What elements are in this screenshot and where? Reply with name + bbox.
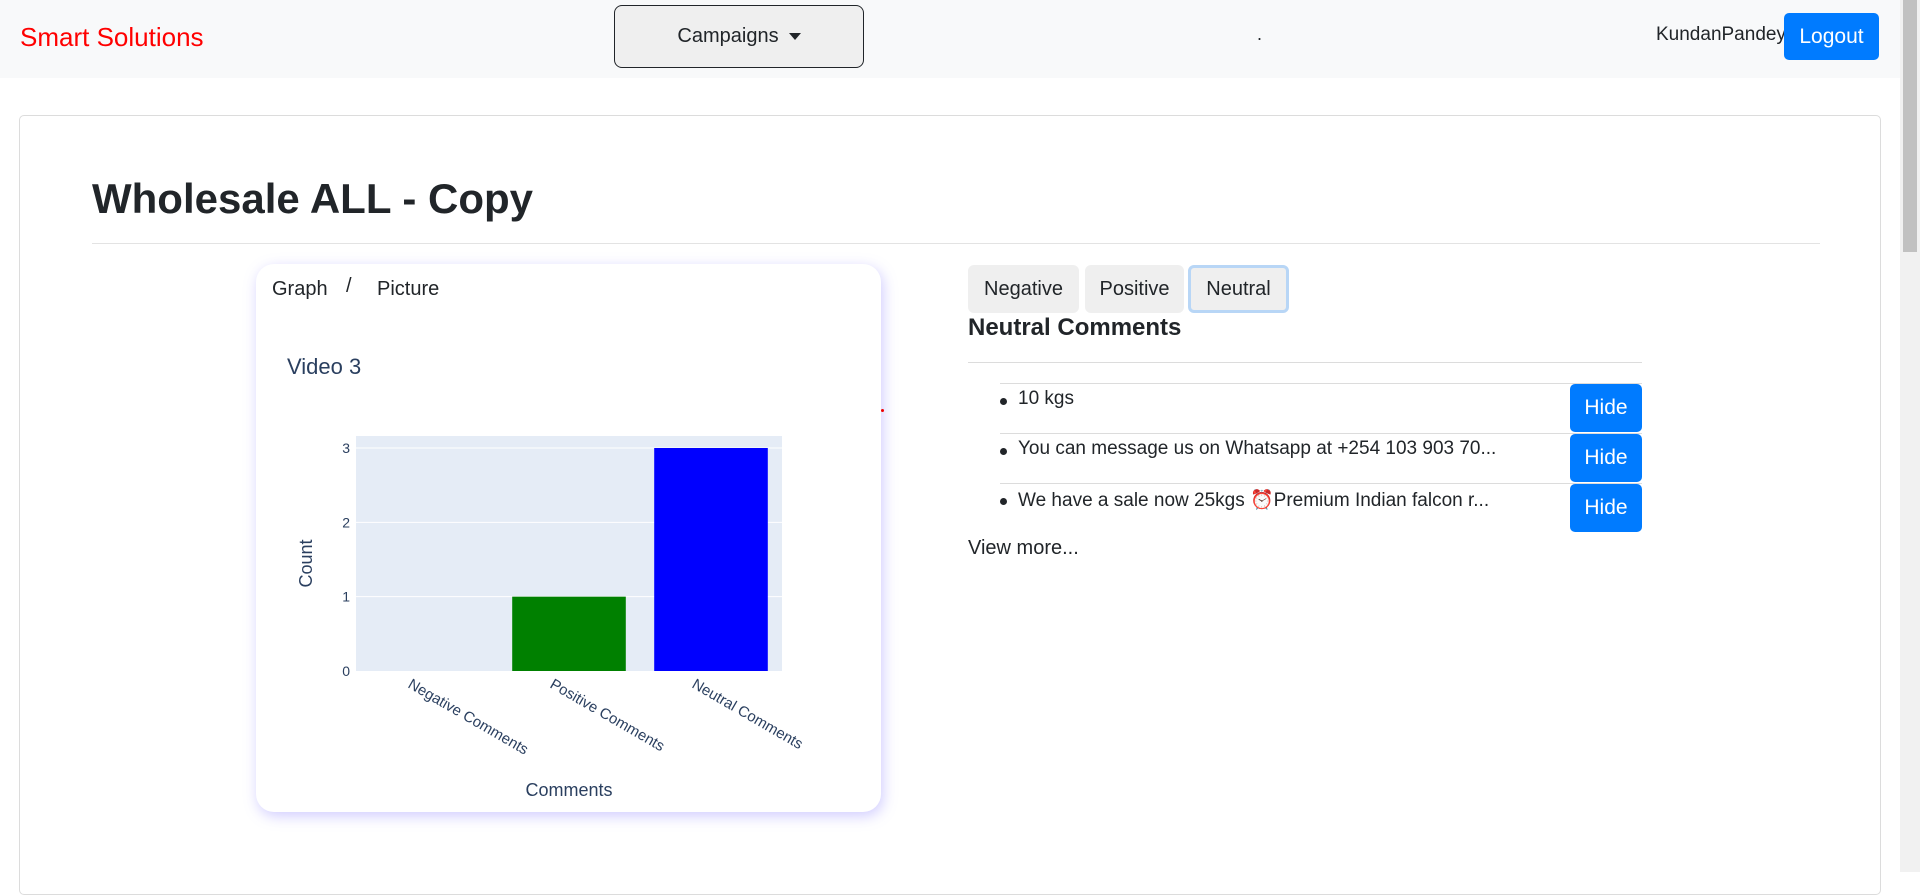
x-tick-label: Negative Comments <box>405 676 531 759</box>
list-item: You can message us on Whatsapp at +254 1… <box>1000 433 1642 483</box>
bullet-icon <box>1000 398 1007 405</box>
caret-down-icon <box>788 33 801 40</box>
bar <box>654 448 768 671</box>
page-title: Wholesale ALL - Copy <box>92 175 534 222</box>
bar-chart: 0 1 2 3 Negative Comments Positive Comments Ne… <box>296 436 806 800</box>
chart-title: Video 3 <box>287 354 362 379</box>
x-tick-label: Neutral Comments <box>689 676 806 753</box>
filter-neutral-button[interactable]: Neutral <box>1188 265 1289 313</box>
campaigns-dropdown[interactable]: Campaigns <box>614 5 864 68</box>
list-item: 10 kgs Hide <box>1000 383 1642 433</box>
tab-separator: / <box>346 275 352 297</box>
y-tick-label: 1 <box>342 589 350 605</box>
scrollbar-thumb[interactable] <box>1903 0 1917 252</box>
navbar: Smart Solutions Campaigns . KundanPandey… <box>0 0 1900 78</box>
comments-heading: Neutral Comments <box>968 314 1182 341</box>
x-axis-label: Comments <box>525 780 612 800</box>
hide-button[interactable]: Hide <box>1570 434 1642 482</box>
filter-positive-button[interactable]: Positive <box>1085 265 1184 313</box>
y-axis-label: Count <box>296 539 316 587</box>
brand-logo[interactable]: Smart Solutions <box>20 22 204 53</box>
username: KundanPandey <box>1656 24 1786 45</box>
y-tick-label: 3 <box>342 440 350 456</box>
campaigns-label: Campaigns <box>677 25 779 47</box>
bar <box>512 596 626 671</box>
tab-picture[interactable]: Picture <box>377 278 439 301</box>
comment-text: We have a sale now 25kgs ⏰Premium Indian… <box>1018 490 1490 511</box>
list-item: We have a sale now 25kgs ⏰Premium Indian… <box>1000 483 1642 533</box>
comments-divider <box>968 362 1642 363</box>
bullet-icon <box>1000 498 1007 505</box>
comment-text: 10 kgs <box>1018 388 1074 409</box>
page-scrollbar[interactable] <box>1900 0 1920 872</box>
title-divider <box>92 243 1820 244</box>
tab-graph[interactable]: Graph <box>272 278 328 301</box>
navbar-dot: . <box>1257 24 1263 44</box>
y-tick-label: 0 <box>342 663 350 679</box>
hide-button[interactable]: Hide <box>1570 484 1642 532</box>
x-tick-label: Positive Comments <box>547 676 667 755</box>
y-tick-label: 2 <box>342 514 350 530</box>
red-marker <box>881 409 884 412</box>
logout-button[interactable]: Logout <box>1784 13 1879 60</box>
view-more-link[interactable]: View more... <box>968 537 1079 560</box>
bullet-icon <box>1000 448 1007 455</box>
hide-button[interactable]: Hide <box>1570 384 1642 432</box>
comment-text: You can message us on Whatsapp at +254 1… <box>1018 438 1497 459</box>
filter-negative-button[interactable]: Negative <box>968 265 1079 313</box>
